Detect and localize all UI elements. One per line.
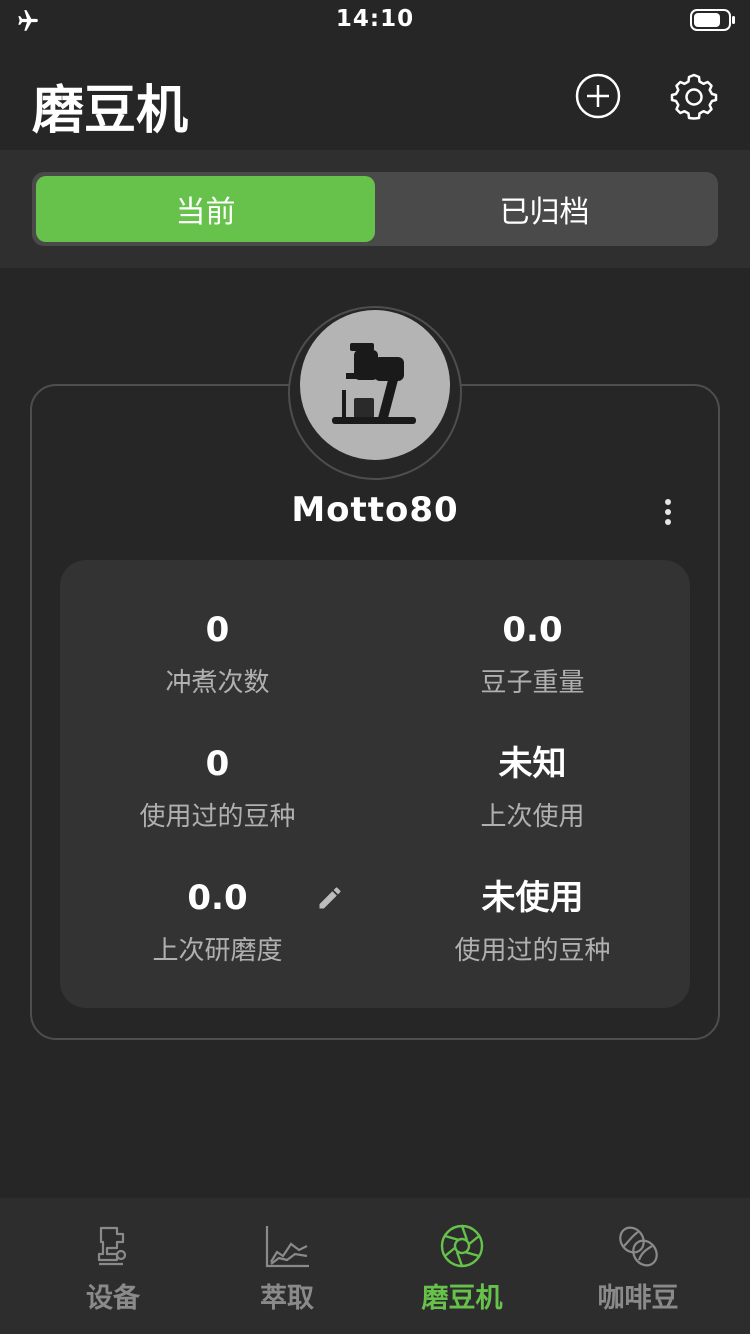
stat-value: 未使用 [481,878,584,918]
gear-icon[interactable] [668,70,720,122]
grinder-image [332,343,416,424]
stat-value: 0 [205,610,230,650]
page-title: 磨豆机 [32,81,189,141]
segment-bar: 当前 已归档 [0,150,750,268]
stat-bean-weight: 0.0 豆子重量 [375,608,690,699]
stat-value: 0.0 [502,610,563,650]
grinder-avatar [300,310,450,460]
stat-label: 冲煮次数 [165,668,270,698]
nav-item-devices[interactable]: 设备 [38,1222,188,1315]
nav-item-beans[interactable]: 咖啡豆 [563,1222,713,1315]
stat-brew-count: 0 冲煮次数 [60,608,375,699]
more-vertical-icon[interactable] [656,496,680,528]
aperture-icon [440,1224,484,1268]
stat-value: 0 [205,744,230,784]
status-time: 14:10 [335,6,415,32]
header: 磨豆机 [0,40,750,150]
chart-line-icon [265,1226,309,1268]
stat-beans-used: 0 使用过的豆种 [60,742,375,833]
tab-current[interactable]: 当前 [36,176,375,242]
nav-item-grinders[interactable]: 磨豆机 [387,1222,537,1315]
nav-label: 磨豆机 [421,1283,503,1314]
nav-label: 咖啡豆 [597,1283,679,1314]
stat-label: 上次使用 [480,802,585,832]
coffee-bean-icon [619,1226,658,1267]
stats-panel: 0 冲煮次数 0.0 豆子重量 0 使用过的豆种 未知 上次使用 0.0 上次研… [60,560,690,1008]
device-icon [97,1226,127,1266]
add-circle-icon[interactable] [574,72,622,120]
nav-label: 设备 [86,1283,140,1314]
bottom-nav: 设备 萃取 磨豆机 咖啡豆 [0,1198,750,1334]
nav-item-extraction[interactable]: 萃取 [212,1222,362,1315]
battery-icon [690,9,735,31]
status-bar: 14:10 [0,0,750,40]
segmented-control: 当前 已归档 [32,172,718,246]
stat-label: 使用过的豆种 [139,802,296,832]
nav-label: 萃取 [260,1283,314,1314]
stat-label: 上次研磨度 [152,936,283,966]
pencil-icon[interactable] [316,884,344,912]
stat-last-used: 未知 上次使用 [375,742,690,833]
stat-beans-used-2: 未使用 使用过的豆种 [375,876,690,967]
tab-archived[interactable]: 已归档 [375,176,714,242]
stat-value: 未知 [498,744,567,784]
stat-label: 使用过的豆种 [454,936,611,966]
grinder-name: Motto80 [291,490,459,530]
stat-label: 豆子重量 [480,668,585,698]
